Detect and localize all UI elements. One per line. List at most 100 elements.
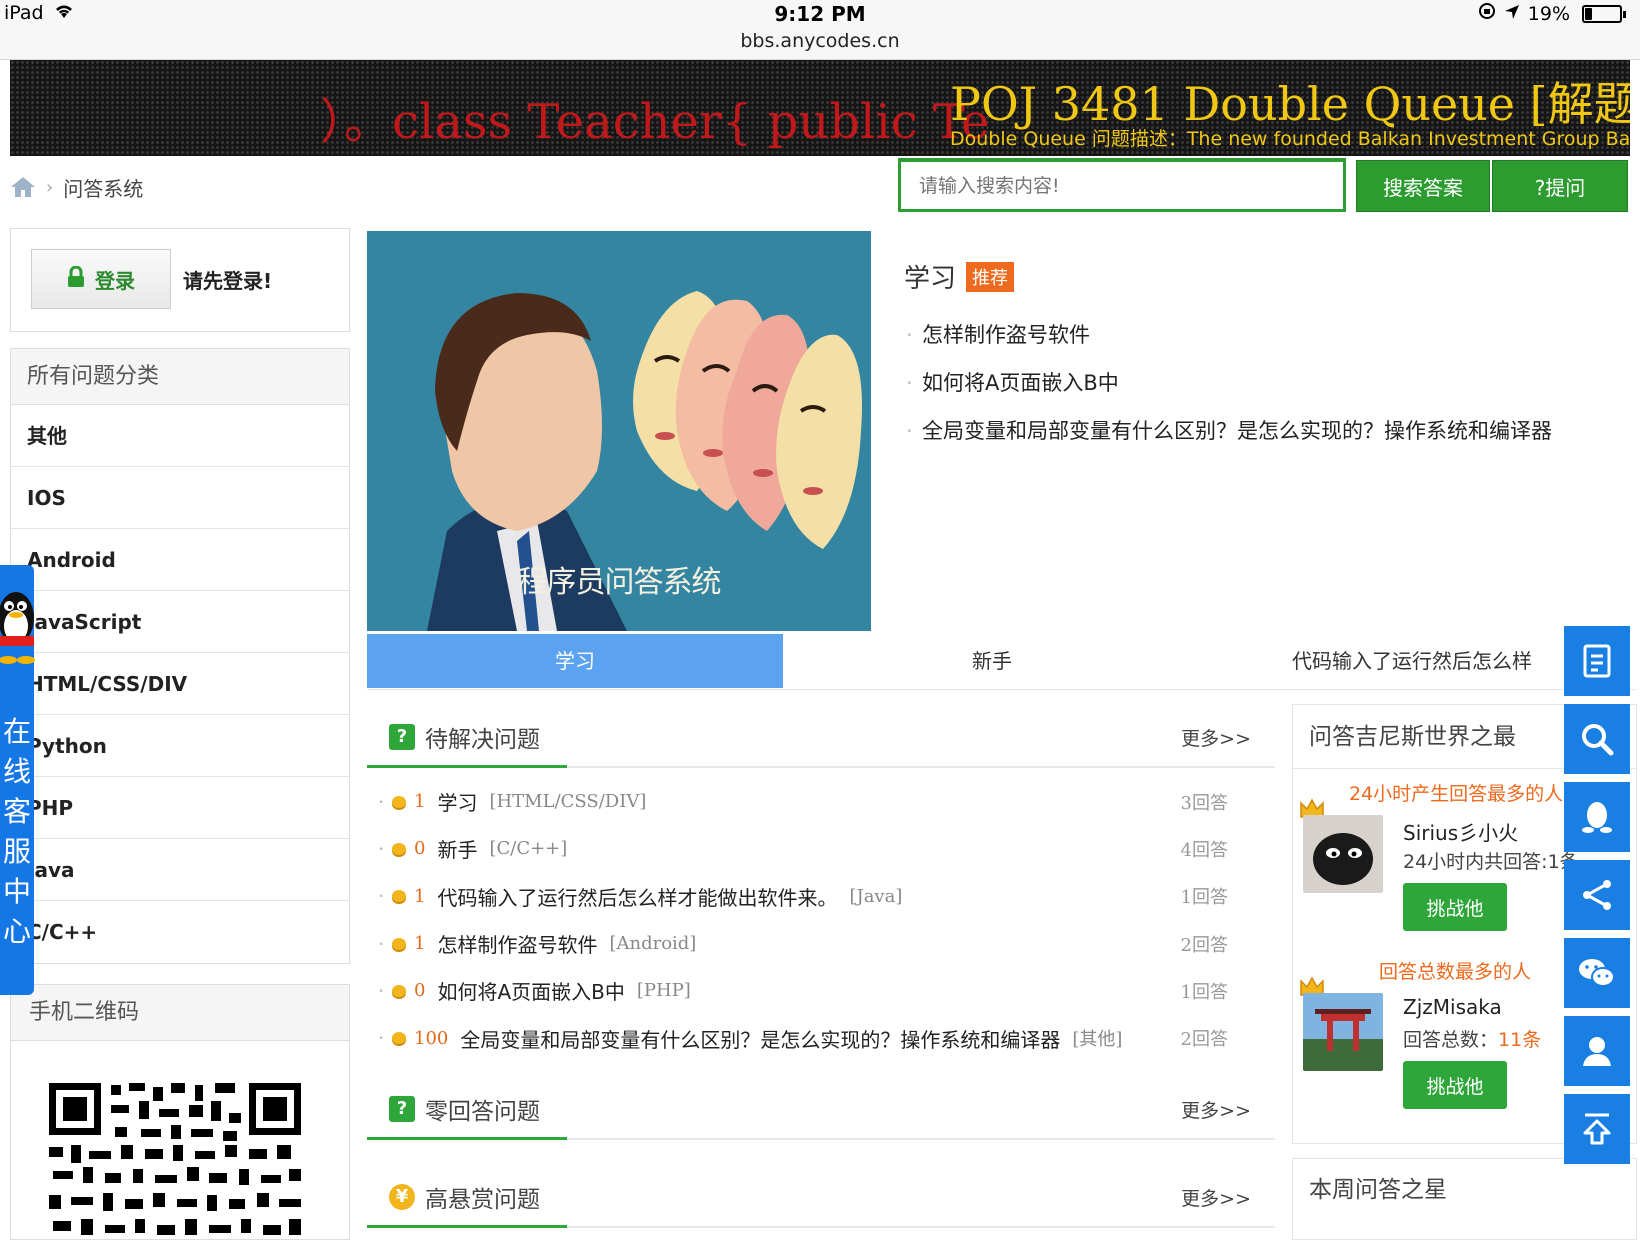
coins-icon: ¥ bbox=[389, 1184, 415, 1210]
back-to-top-icon[interactable] bbox=[1564, 1094, 1630, 1164]
more-link[interactable]: 更多>> bbox=[1181, 1184, 1251, 1211]
hero-caption: 程序员问答系统 bbox=[517, 565, 722, 600]
question-row[interactable]: · 1 代码输入了运行然后怎么样才能做出软件来。 [Java] 1回答 bbox=[378, 873, 1258, 920]
user-icon[interactable] bbox=[1564, 1016, 1630, 1086]
user-stat: 回答总数：11条 bbox=[1403, 1025, 1541, 1052]
avatar[interactable] bbox=[1303, 993, 1383, 1071]
coin-icon bbox=[392, 1032, 406, 1045]
user-stat: 24小时内共回答:1条 bbox=[1403, 851, 1579, 873]
reward-points: 0 bbox=[414, 980, 426, 1002]
user-stat-value: 11条 bbox=[1498, 1029, 1542, 1051]
reward-points: 1 bbox=[414, 791, 426, 813]
hero-banner-image[interactable]: 程序员问答系统 bbox=[367, 231, 871, 631]
search-icon[interactable] bbox=[1564, 704, 1630, 774]
question-title[interactable]: 学习 bbox=[437, 787, 477, 816]
address-bar-url[interactable]: bbs.anycodes.cn bbox=[0, 30, 1640, 52]
customer-service-label[interactable]: 在线客服中心 bbox=[2, 712, 32, 952]
ask-question-button[interactable]: ?提问 bbox=[1492, 160, 1628, 212]
question-row[interactable]: · 100 全局变量和局部变量有什么区别？是怎么实现的？操作系统和编译器 [其他… bbox=[378, 1014, 1258, 1061]
featured-title-text[interactable]: 学习 bbox=[904, 258, 956, 295]
question-category[interactable]: [Android] bbox=[609, 933, 696, 954]
share-icon[interactable] bbox=[1564, 860, 1630, 930]
banner-scroll-text[interactable]: ）。class Teacher{ public Te bbox=[320, 82, 990, 152]
login-panel: 登录 请先登录! bbox=[10, 228, 350, 332]
user-name[interactable]: Sirius彡小火 bbox=[1403, 817, 1518, 846]
question-row[interactable]: · 1 学习 [HTML/CSS/DIV] 3回答 bbox=[378, 778, 1258, 825]
question-title[interactable]: 如何将A页面嵌入B中 bbox=[437, 976, 624, 1005]
question-category[interactable]: [HTML/CSS/DIV] bbox=[489, 791, 646, 812]
login-button-label: 登录 bbox=[95, 268, 135, 293]
question-list: · 1 学习 [HTML/CSS/DIV] 3回答 · 0 新手 [C/C++]… bbox=[378, 778, 1258, 1062]
qq-penguin-icon[interactable] bbox=[0, 588, 38, 668]
user-name[interactable]: ZjzMisaka bbox=[1403, 995, 1502, 1019]
question-title[interactable]: 怎样制作盗号软件 bbox=[437, 929, 597, 958]
location-icon bbox=[1504, 3, 1520, 25]
more-link[interactable]: 更多>> bbox=[1181, 724, 1251, 751]
question-row[interactable]: · 1 怎样制作盗号软件 [Android] 2回答 bbox=[378, 920, 1258, 967]
login-button[interactable]: 登录 bbox=[31, 249, 171, 309]
category-item[interactable]: HTML/CSS/DIV bbox=[11, 653, 349, 715]
featured-item[interactable]: 怎样制作盗号软件 bbox=[904, 311, 1604, 359]
avatar[interactable] bbox=[1303, 815, 1383, 893]
question-category[interactable]: [PHP] bbox=[637, 980, 691, 1001]
challenge-button[interactable]: 挑战他 bbox=[1403, 1061, 1507, 1109]
document-icon[interactable] bbox=[1564, 626, 1630, 696]
battery-percent: 19% bbox=[1527, 2, 1570, 25]
coin-icon bbox=[392, 984, 406, 997]
search-box bbox=[898, 158, 1346, 212]
search-input[interactable] bbox=[901, 162, 1343, 209]
tab-study[interactable]: 学习 bbox=[367, 634, 783, 688]
question-title[interactable]: 代码输入了运行然后怎么样才能做出软件来。 bbox=[437, 882, 837, 911]
question-row[interactable]: · 0 如何将A页面嵌入B中 [PHP] 1回答 bbox=[378, 967, 1258, 1014]
banner-subtitle: Double Queue 问题描述：The new founded Balkan… bbox=[950, 128, 1630, 150]
floating-toolbar bbox=[1564, 626, 1630, 1172]
ios-status-bar: iPad 9:12 PM bbs.anycodes.cn 19% bbox=[0, 0, 1640, 60]
featured-item[interactable]: 如何将A页面嵌入B中 bbox=[904, 359, 1604, 407]
answer-count: 3回答 bbox=[1180, 792, 1228, 814]
top-banner[interactable]: ）。class Teacher{ public Te POJ 3481 Doub… bbox=[10, 60, 1630, 156]
tab-newbie[interactable]: 新手 bbox=[783, 634, 1201, 688]
status-right: 19% bbox=[1478, 2, 1626, 25]
challenge-button[interactable]: 挑战他 bbox=[1403, 883, 1507, 931]
category-item[interactable]: Android bbox=[11, 529, 349, 591]
breadcrumb-current[interactable]: 问答系统 bbox=[63, 173, 143, 202]
clock: 9:12 PM bbox=[774, 2, 866, 26]
question-row[interactable]: · 0 新手 [C/C++] 4回答 bbox=[378, 825, 1258, 872]
question-category[interactable]: [C/C++] bbox=[489, 838, 567, 859]
qq-icon[interactable] bbox=[1564, 782, 1630, 852]
category-item[interactable]: IOS bbox=[11, 467, 349, 529]
coin-icon bbox=[392, 842, 406, 855]
login-hint: 请先登录! bbox=[183, 269, 273, 293]
rank-subtitle: 24小时产生回答最多的人 bbox=[1349, 783, 1564, 805]
coin-icon bbox=[392, 937, 406, 950]
section-title: 零回答问题 bbox=[425, 1099, 540, 1125]
featured-item[interactable]: 全局变量和局部变量有什么区别？是怎么实现的？操作系统和编译器 bbox=[904, 407, 1604, 455]
wechat-icon[interactable] bbox=[1564, 938, 1630, 1008]
category-item[interactable]: Java bbox=[11, 839, 349, 901]
category-item[interactable]: PHP bbox=[11, 777, 349, 839]
breadcrumb: › 问答系统 bbox=[10, 170, 143, 204]
category-item[interactable]: 其他 bbox=[11, 405, 349, 467]
question-category[interactable]: [其他] bbox=[1072, 1025, 1122, 1051]
category-header: 所有问题分类 bbox=[11, 349, 349, 405]
category-item[interactable]: C/C++ bbox=[11, 901, 349, 963]
tab-code-run[interactable]: 代码输入了运行然后怎么样 bbox=[1201, 634, 1623, 688]
zero-answer-header: ? 零回答问题 更多>> bbox=[367, 1076, 1275, 1140]
question-category[interactable]: [Java] bbox=[849, 886, 902, 907]
more-link[interactable]: 更多>> bbox=[1181, 1096, 1251, 1123]
question-title[interactable]: 全局变量和局部变量有什么区别？是怎么实现的？操作系统和编译器 bbox=[460, 1024, 1060, 1053]
reward-points: 100 bbox=[414, 1027, 449, 1049]
reward-points: 0 bbox=[414, 838, 426, 860]
category-item[interactable]: JavaScript bbox=[11, 591, 349, 653]
home-icon[interactable] bbox=[10, 176, 36, 198]
orientation-lock-icon bbox=[1478, 2, 1496, 25]
qr-header: 手机二维码 bbox=[11, 985, 349, 1041]
question-title[interactable]: 新手 bbox=[437, 834, 477, 863]
reward-points: 1 bbox=[414, 885, 426, 907]
battery-icon bbox=[1582, 4, 1626, 23]
featured-list: 怎样制作盗号软件 如何将A页面嵌入B中 全局变量和局部变量有什么区别？是怎么实现… bbox=[904, 311, 1604, 455]
search-answers-button[interactable]: 搜索答案 bbox=[1356, 160, 1490, 212]
category-item[interactable]: Python bbox=[11, 715, 349, 777]
coin-icon bbox=[392, 890, 406, 903]
answer-count: 2回答 bbox=[1180, 1029, 1228, 1051]
